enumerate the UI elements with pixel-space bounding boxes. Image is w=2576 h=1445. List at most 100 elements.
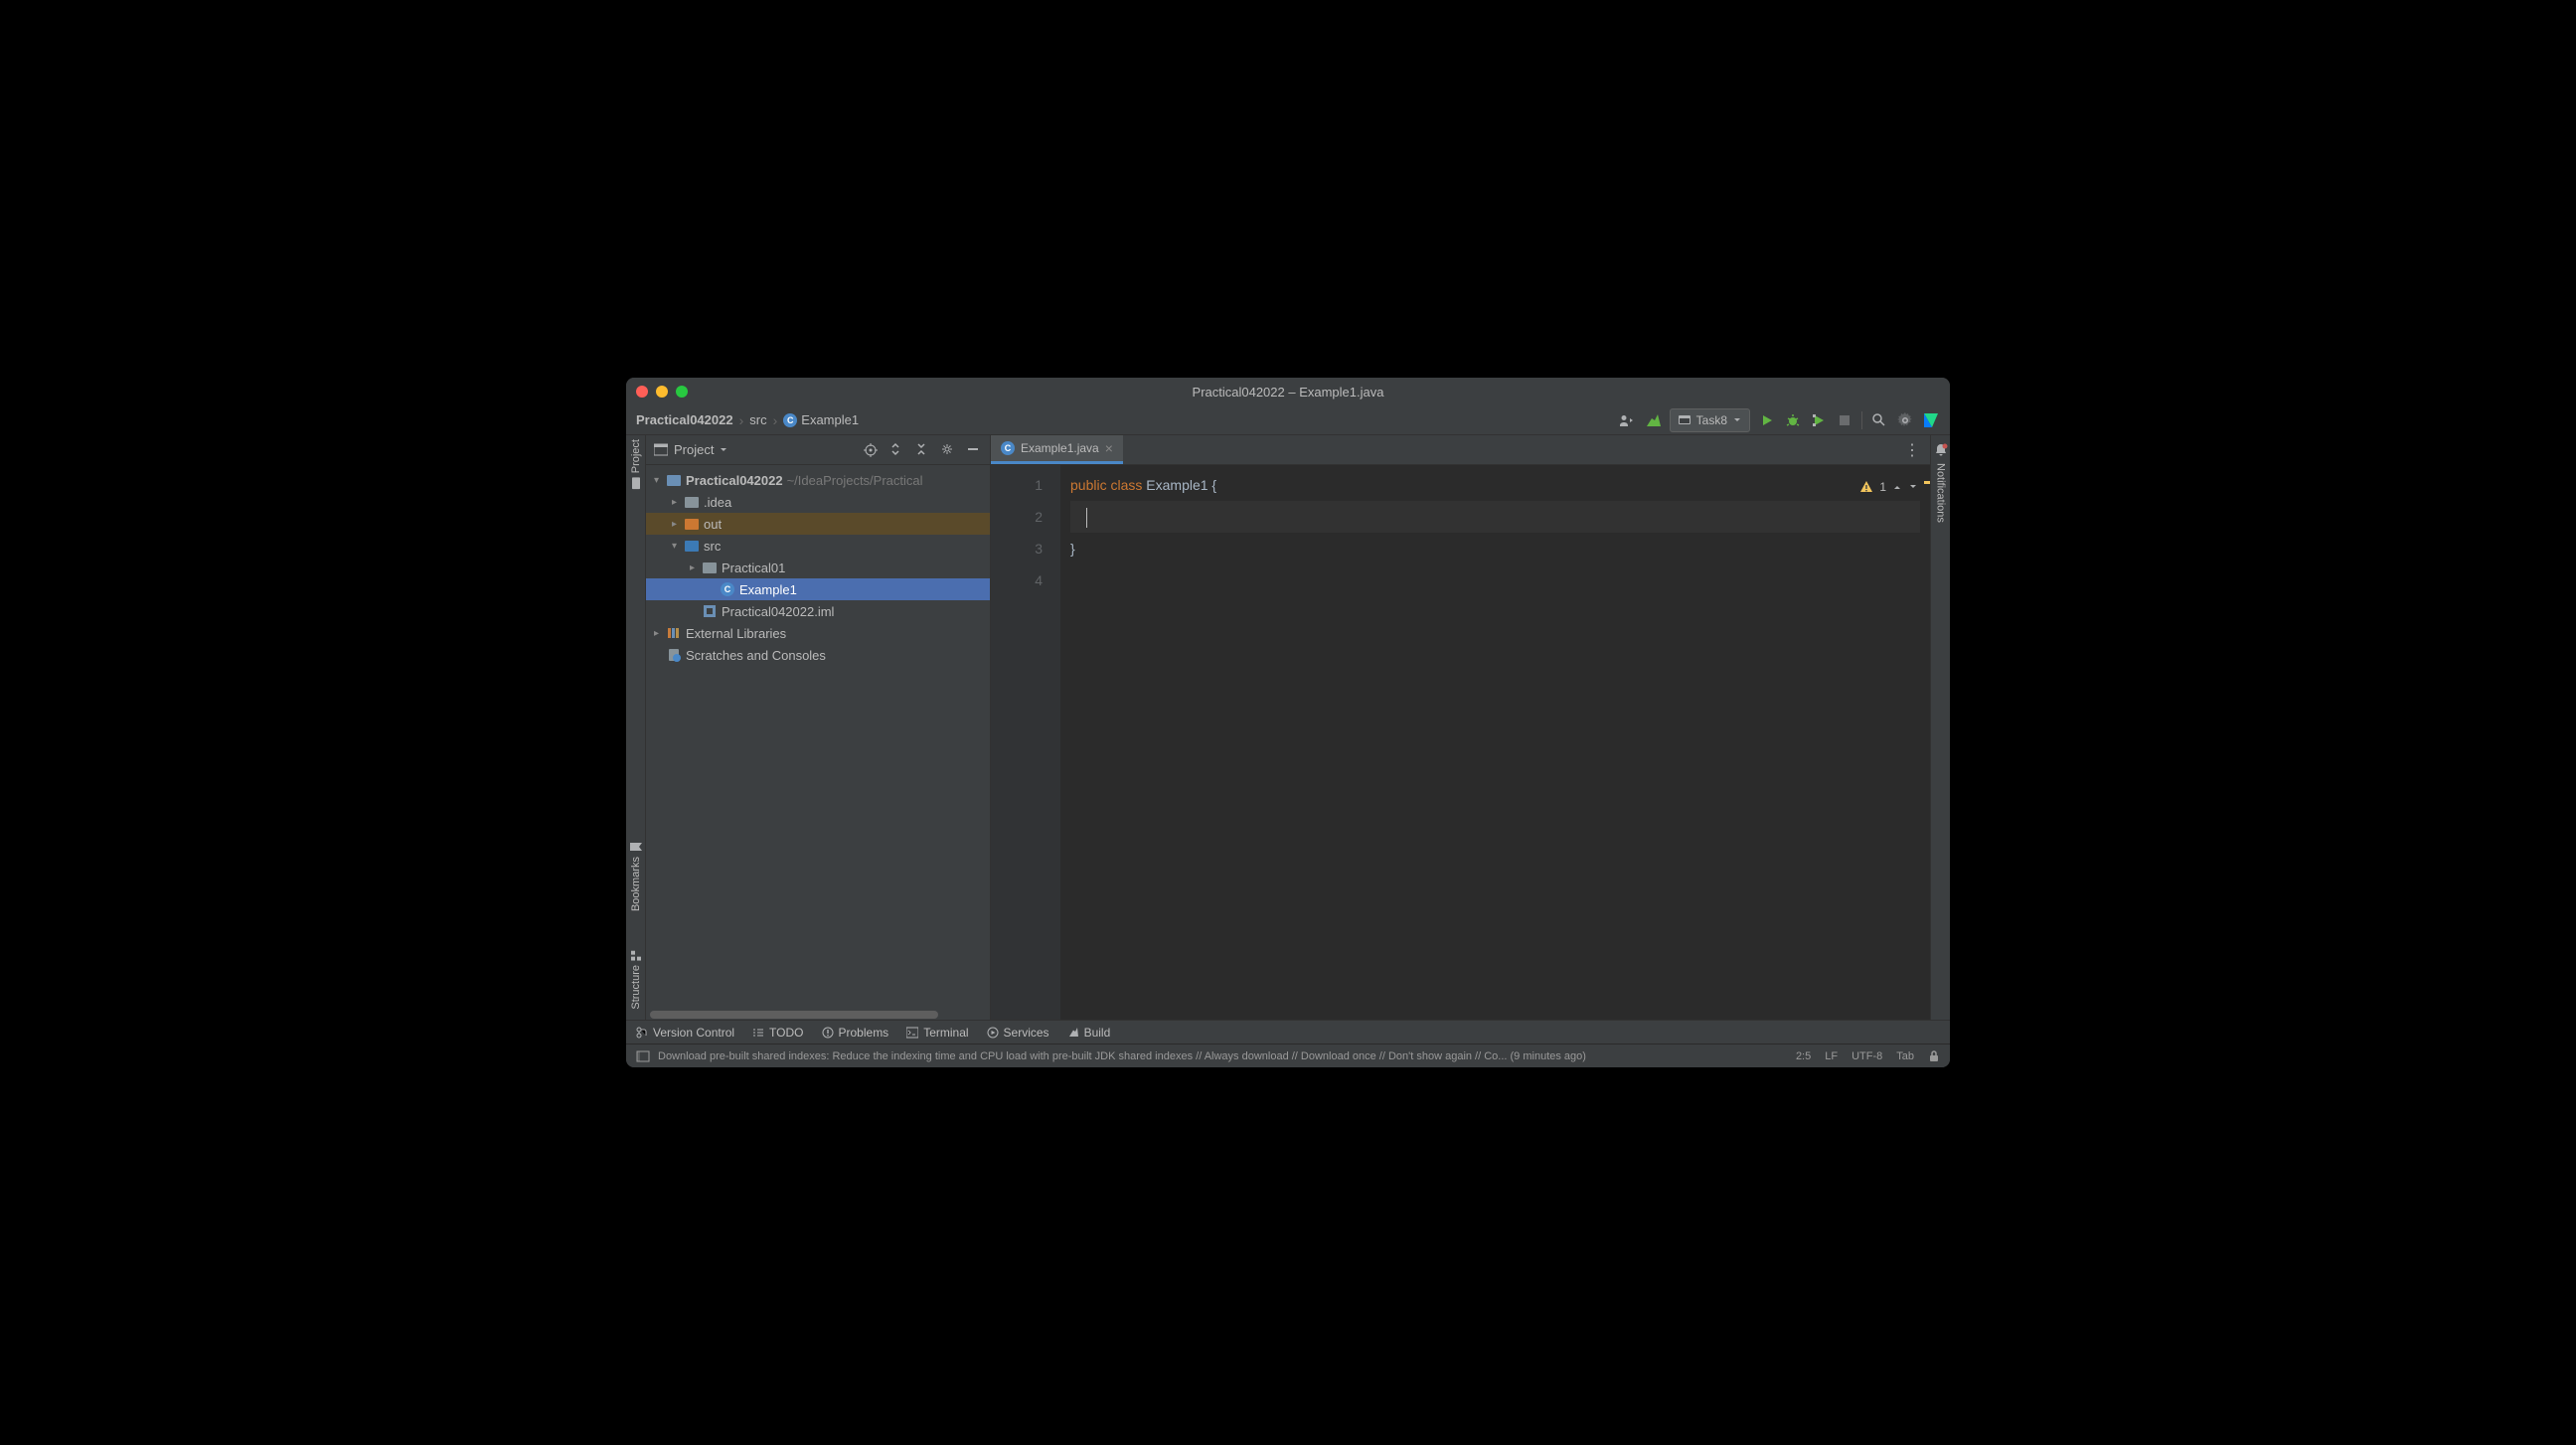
class-icon: C — [1001, 441, 1015, 455]
bookmark-icon — [630, 842, 642, 852]
close-window-button[interactable] — [636, 386, 648, 398]
code-line-1[interactable]: public class Example1 { — [1070, 469, 1920, 501]
tree-package[interactable]: ▸ Practical01 — [646, 557, 990, 578]
editor-tabs: C Example1.java × ⋮ — [991, 435, 1930, 465]
tree-out-folder[interactable]: ▸ out — [646, 513, 990, 535]
structure-tool-button[interactable]: Structure — [630, 951, 642, 1010]
breadcrumb-root[interactable]: Practical042022 — [636, 412, 733, 427]
chevron-right-icon[interactable]: ▸ — [690, 562, 702, 573]
code-line-3[interactable]: } — [1070, 533, 1920, 564]
chevron-right-icon[interactable]: ▸ — [672, 497, 684, 508]
coverage-button[interactable] — [1810, 411, 1828, 429]
terminal-tool[interactable]: Terminal — [906, 1026, 968, 1040]
maximize-window-button[interactable] — [676, 386, 688, 398]
tree-class-file[interactable]: C Example1 — [646, 578, 990, 600]
code-line-2[interactable] — [1070, 501, 1920, 533]
todo-label: TODO — [769, 1026, 803, 1040]
source-folder-icon — [684, 538, 700, 554]
tab-overflow-icon[interactable]: ⋮ — [1894, 435, 1930, 464]
chevron-right-icon[interactable]: ▸ — [654, 628, 666, 639]
scrollbar-thumb[interactable] — [650, 1011, 938, 1019]
project-header-actions — [863, 442, 982, 458]
services-tool[interactable]: Services — [987, 1026, 1049, 1040]
build-icon[interactable] — [1644, 411, 1662, 429]
inspection-widget[interactable]: 1 — [1859, 471, 1918, 503]
problems-tool[interactable]: Problems — [822, 1026, 889, 1040]
editor[interactable]: 1 2 3 4 public class Example1 { } 1 — [991, 465, 1930, 1020]
lock-icon[interactable] — [1928, 1050, 1940, 1062]
tree-root[interactable]: ▾ Practical042022 ~/IdeaProjects/Practic… — [646, 469, 990, 491]
collapse-all-icon[interactable] — [914, 442, 930, 458]
code-with-me-icon[interactable] — [1618, 411, 1636, 429]
separator — [1861, 411, 1862, 429]
file-encoding[interactable]: UTF-8 — [1852, 1050, 1882, 1062]
expand-all-icon[interactable] — [888, 442, 904, 458]
project-panel-title[interactable]: Project — [654, 442, 727, 457]
jetbrains-icon[interactable] — [1922, 411, 1940, 429]
project-panel: Project ▾ Practical042022 ~/Idea — [646, 435, 991, 1020]
tree-iml-label: Practical042022.iml — [722, 604, 834, 619]
project-panel-title-label: Project — [674, 442, 714, 457]
line-number[interactable]: 2 — [995, 501, 1043, 533]
notifications-tool-button[interactable]: Notifications — [1935, 463, 1947, 523]
chevron-down-icon[interactable] — [1908, 482, 1918, 492]
tree-class-label: Example1 — [739, 582, 797, 597]
breadcrumb-file[interactable]: C Example1 — [783, 412, 859, 427]
code-area[interactable]: public class Example1 { } 1 — [1060, 465, 1930, 1020]
notifications-label: Notifications — [1935, 463, 1947, 523]
structure-icon — [631, 951, 641, 961]
tree-iml-file[interactable]: Practical042022.iml — [646, 600, 990, 622]
line-number[interactable]: 1 — [995, 469, 1043, 501]
chevron-up-icon[interactable] — [1892, 482, 1902, 492]
chevron-down-icon[interactable]: ▾ — [654, 475, 666, 486]
search-icon[interactable] — [1870, 411, 1888, 429]
chevron-right-icon: › — [773, 412, 778, 428]
warning-stripe[interactable] — [1924, 481, 1930, 484]
project-tree: ▾ Practical042022 ~/IdeaProjects/Practic… — [646, 465, 990, 1010]
todo-tool[interactable]: TODO — [752, 1026, 803, 1040]
line-number[interactable]: 4 — [995, 564, 1043, 596]
tree-scratches[interactable]: Scratches and Consoles — [646, 644, 990, 666]
breadcrumb: Practical042022 › src › C Example1 — [636, 412, 859, 428]
class-icon: C — [783, 413, 797, 427]
tree-src-folder[interactable]: ▾ src — [646, 535, 990, 557]
brace: { — [1208, 477, 1217, 493]
run-config-label: Task8 — [1696, 413, 1727, 427]
build-tool[interactable]: Build — [1067, 1026, 1111, 1040]
bookmarks-tool-button[interactable]: Bookmarks — [630, 841, 642, 911]
chevron-right-icon[interactable]: ▸ — [672, 519, 684, 530]
main-area: Project Bookmarks Structure Project — [626, 435, 1950, 1020]
code-line-4[interactable] — [1070, 564, 1920, 596]
version-control-tool[interactable]: Version Control — [636, 1026, 734, 1040]
status-right: 2:5 LF UTF-8 Tab — [1796, 1050, 1940, 1062]
gear-icon[interactable] — [1896, 411, 1914, 429]
chevron-down-icon — [1733, 416, 1741, 424]
minimize-window-button[interactable] — [656, 386, 668, 398]
line-number[interactable]: 3 — [995, 533, 1043, 564]
window-title: Practical042022 – Example1.java — [1193, 385, 1384, 400]
line-gutter: 1 2 3 4 — [991, 465, 1060, 1020]
run-configuration-dropdown[interactable]: Task8 — [1670, 408, 1750, 432]
run-button[interactable] — [1758, 411, 1776, 429]
stop-button[interactable] — [1836, 411, 1853, 429]
close-tab-icon[interactable]: × — [1105, 440, 1113, 456]
tree-idea-folder[interactable]: ▸ .idea — [646, 491, 990, 513]
gear-icon[interactable] — [940, 442, 956, 458]
hide-icon[interactable] — [966, 442, 982, 458]
indent-info[interactable]: Tab — [1896, 1050, 1914, 1062]
line-separator[interactable]: LF — [1825, 1050, 1838, 1062]
locate-icon[interactable] — [863, 442, 879, 458]
services-label: Services — [1004, 1026, 1049, 1040]
horizontal-scrollbar[interactable] — [646, 1010, 990, 1020]
editor-tab[interactable]: C Example1.java × — [991, 435, 1123, 464]
notifications-icon[interactable] — [1934, 443, 1948, 457]
caret-position[interactable]: 2:5 — [1796, 1050, 1811, 1062]
folder-icon — [684, 516, 700, 532]
debug-button[interactable] — [1784, 411, 1802, 429]
project-tool-button[interactable]: Project — [630, 439, 642, 489]
tool-windows-icon[interactable] — [636, 1049, 650, 1063]
breadcrumb-folder[interactable]: src — [749, 412, 766, 427]
status-message[interactable]: Download pre-built shared indexes: Reduc… — [658, 1050, 1586, 1062]
chevron-down-icon[interactable]: ▾ — [672, 541, 684, 552]
tree-external-libraries[interactable]: ▸ External Libraries — [646, 622, 990, 644]
